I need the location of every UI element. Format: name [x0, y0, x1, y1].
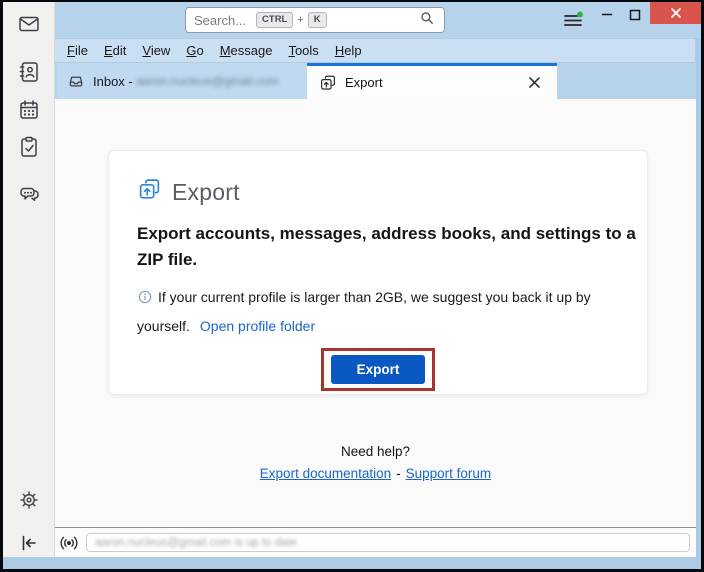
calendar-icon[interactable]: [17, 98, 41, 122]
export-tab-icon: [319, 74, 337, 92]
export-panel-header: Export: [137, 177, 619, 207]
tasks-icon[interactable]: [17, 135, 41, 159]
app-menu-icon[interactable]: [561, 9, 585, 31]
export-tab-content: Export Export accounts, messages, addres…: [55, 99, 696, 527]
menu-bar: File Edit View Go Message Tools Help: [55, 38, 696, 63]
tab-inbox-email-redacted: aaron.nucleus@gmail.com: [136, 74, 279, 88]
help-links-row: Export documentation - Support forum: [55, 466, 696, 481]
chat-icon[interactable]: [17, 182, 41, 206]
help-block: Need help? Export documentation - Support …: [55, 444, 696, 481]
tab-export-label: Export: [345, 75, 383, 90]
status-bar: aaron.nucleus@gmail.com is up to date: [55, 527, 696, 557]
address-book-icon[interactable]: [17, 60, 41, 84]
export-documentation-link[interactable]: Export documentation: [260, 466, 391, 481]
export-panel-icon: [137, 177, 162, 207]
inbox-tray-icon: [67, 72, 85, 90]
tab-inbox[interactable]: Inbox - aaron.nucleus@gmail.com: [57, 63, 307, 99]
export-panel: Export Export accounts, messages, addres…: [108, 150, 648, 395]
minimize-button[interactable]: [595, 4, 619, 24]
close-button[interactable]: [650, 2, 701, 24]
broadcast-status-icon: [58, 532, 80, 554]
collapse-sidebar-icon[interactable]: [17, 531, 41, 555]
menu-go[interactable]: Go: [178, 40, 211, 61]
export-button[interactable]: Export: [330, 354, 426, 384]
tab-inbox-label: Inbox -: [93, 73, 133, 89]
support-forum-link[interactable]: Support forum: [406, 466, 492, 481]
menu-tools[interactable]: Tools: [280, 40, 326, 61]
status-message-redacted: aaron.nucleus@gmail.com is up to date: [95, 536, 298, 549]
need-help-heading: Need help?: [340, 444, 411, 459]
export-panel-title: Export: [172, 178, 240, 205]
open-profile-folder-link[interactable]: Open profile folder: [200, 318, 315, 334]
search-placeholder: Search...: [194, 12, 247, 28]
spaces-toolbar: [3, 2, 55, 557]
menu-view[interactable]: View: [134, 40, 178, 61]
settings-gear-icon[interactable]: [17, 488, 41, 512]
ctrl-keycap: CTRL: [256, 12, 294, 28]
title-bar: Search... CTRL + K: [55, 2, 701, 38]
screenshot-root: Search... CTRL + K File Edit View Go Mes…: [0, 0, 704, 572]
search-icon: [418, 9, 436, 32]
mail-icon[interactable]: [17, 12, 41, 36]
tab-bar: Inbox - aaron.nucleus@gmail.com Export: [55, 63, 696, 99]
global-search-input[interactable]: Search... CTRL + K: [185, 7, 445, 33]
menu-message[interactable]: Message: [212, 40, 281, 61]
k-keycap: K: [307, 12, 327, 28]
links-separator: -: [396, 466, 401, 481]
red-annotation-box: Export: [320, 347, 436, 391]
thunderbird-window: Search... CTRL + K File Edit View Go Mes…: [3, 2, 701, 569]
maximize-button[interactable]: [623, 6, 647, 24]
menu-edit[interactable]: Edit: [96, 40, 134, 61]
menu-help[interactable]: Help: [327, 40, 370, 61]
export-info-line: If your current profile is larger than 2…: [137, 284, 629, 340]
tab-export[interactable]: Export: [307, 63, 557, 99]
info-icon: [137, 287, 153, 314]
export-button-row: Export: [137, 347, 619, 391]
plus-separator: +: [297, 14, 304, 26]
status-message-field: aaron.nucleus@gmail.com is up to date: [86, 533, 690, 552]
menu-file[interactable]: File: [59, 40, 96, 61]
export-description: Export accounts, messages, address books…: [137, 224, 636, 270]
tab-close-icon[interactable]: [524, 74, 545, 91]
